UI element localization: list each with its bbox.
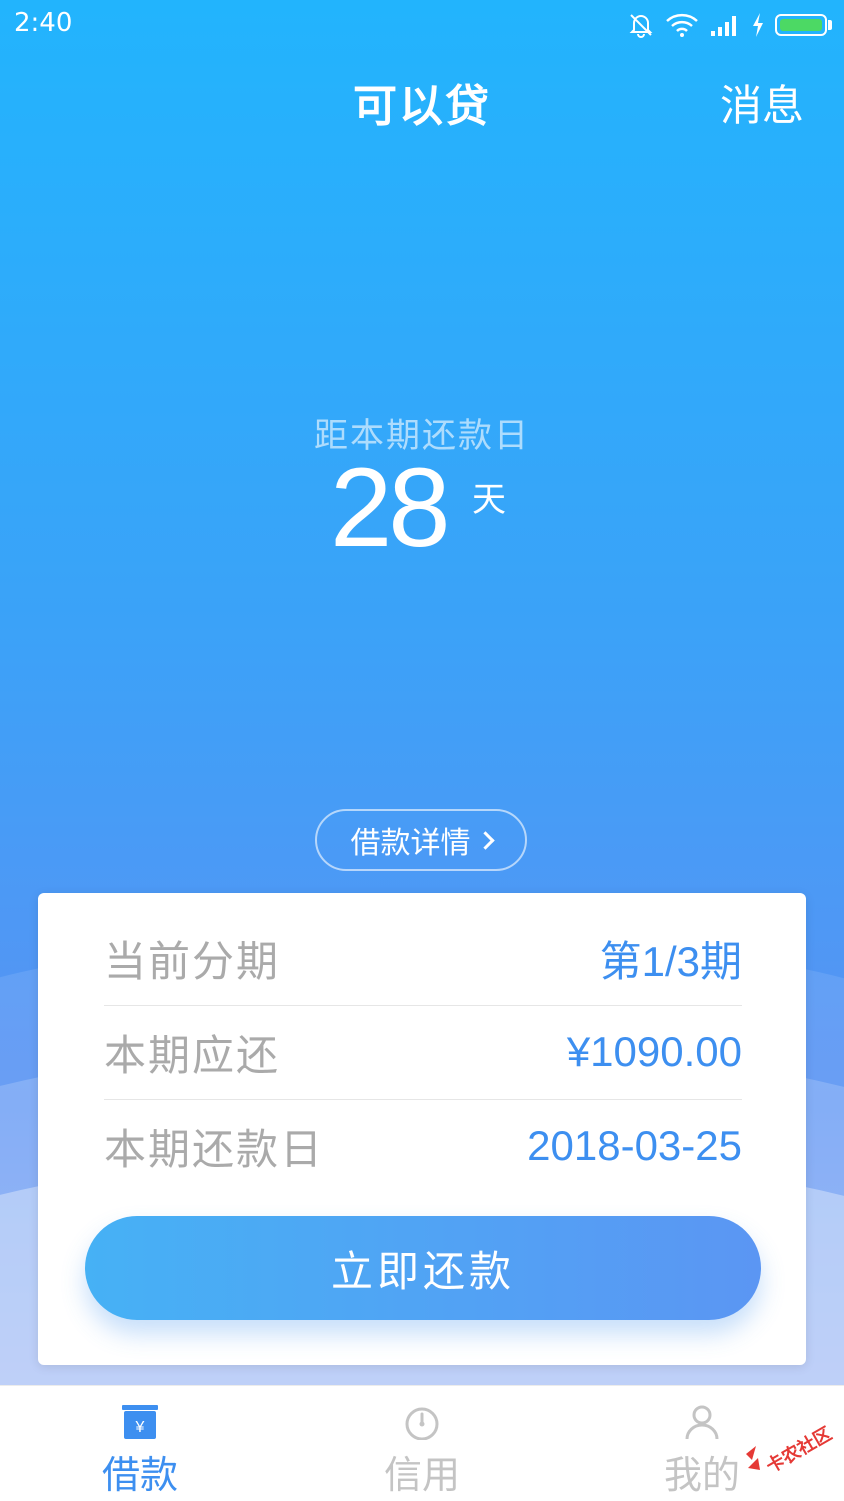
installment-label: 当前分期	[104, 936, 281, 986]
bell-off-icon	[629, 14, 653, 38]
watermark-text: 卡农社区	[762, 1422, 835, 1477]
status-icons	[627, 10, 832, 40]
amount-due-label: 本期应还	[104, 1030, 281, 1080]
tab-bar: ¥ 借款 信用 我的	[0, 1385, 844, 1501]
user-icon	[685, 1405, 719, 1440]
status-bar: 2:40	[0, 0, 844, 50]
svg-text:¥: ¥	[135, 1419, 145, 1436]
tab-loan-label: 借款	[101, 1453, 178, 1497]
due-date-label: 本期还款日	[104, 1124, 325, 1174]
countdown-days: 28	[330, 445, 451, 570]
chevron-right-icon	[475, 830, 495, 850]
charging-icon	[753, 13, 763, 37]
loan-icon: ¥	[122, 1405, 158, 1439]
loan-details-button[interactable]: 借款详情	[315, 809, 527, 871]
messages-button[interactable]: 消息	[720, 72, 804, 133]
battery-icon	[775, 14, 827, 36]
amount-due-value: ¥1090.00	[566, 1028, 742, 1075]
watermark-logo: 卡农社区	[746, 1422, 836, 1478]
battery-tip	[828, 20, 832, 30]
installment-row: 当前分期 第1/3期	[104, 911, 742, 1006]
tab-credit-label: 信用	[383, 1453, 460, 1497]
signal-icon	[711, 16, 736, 36]
gauge-icon	[405, 1407, 439, 1440]
app-title: 可以贷	[353, 81, 491, 132]
tab-loan[interactable]: ¥ 借款	[40, 1386, 240, 1501]
loan-details-label: 借款详情	[350, 826, 471, 861]
installment-value: 第1/3期	[599, 937, 742, 985]
repayment-card: 当前分期 第1/3期 本期应还 ¥1090.00 本期还款日 2018-03-2…	[38, 893, 806, 1365]
countdown-unit: 天	[472, 480, 506, 520]
wifi-icon	[666, 13, 698, 37]
repay-now-button[interactable]: 立即还款	[85, 1216, 761, 1320]
due-date-value: 2018-03-25	[527, 1122, 742, 1169]
amount-due-row: 本期应还 ¥1090.00	[104, 1005, 742, 1100]
status-time: 2:40	[14, 8, 73, 38]
due-date-row: 本期还款日 2018-03-25	[104, 1099, 742, 1193]
tab-credit[interactable]: 信用	[322, 1386, 522, 1501]
